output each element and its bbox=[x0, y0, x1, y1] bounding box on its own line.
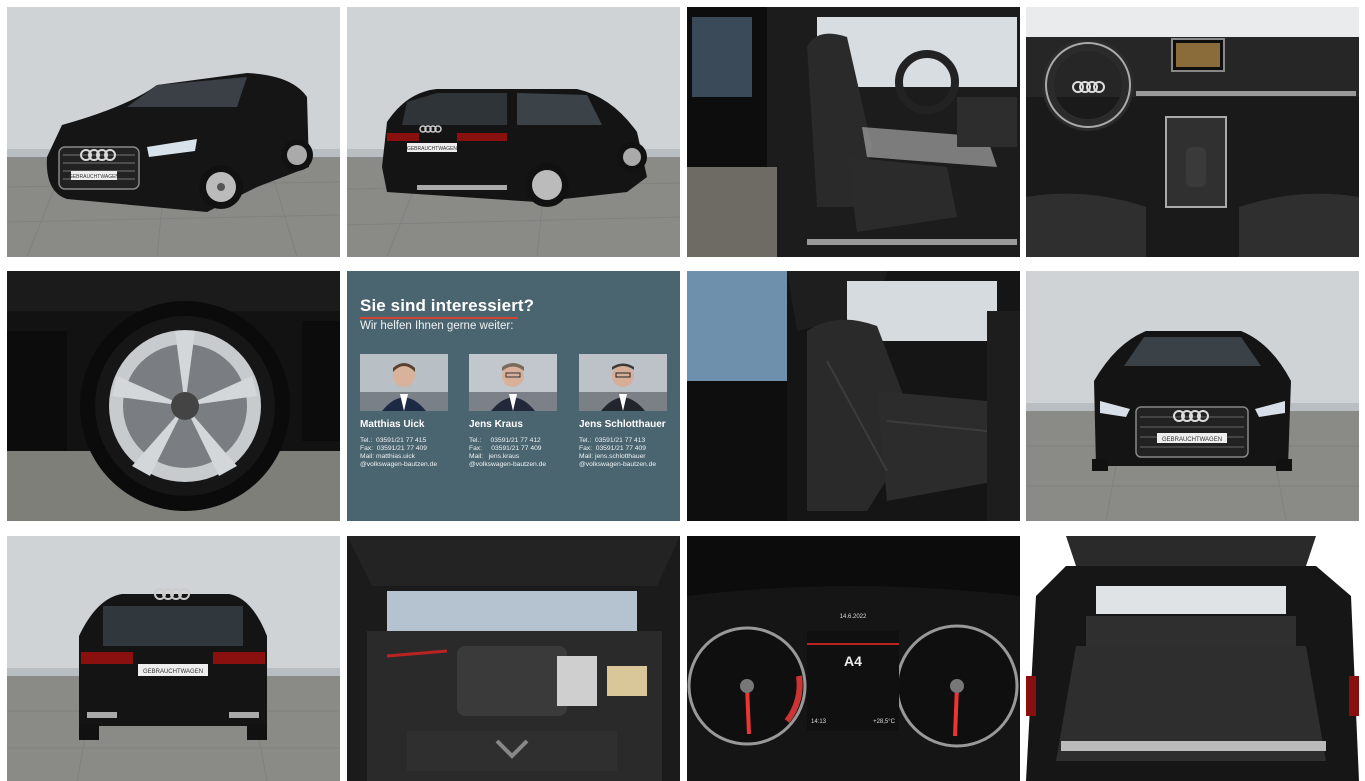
photo-rear-three-quarter[interactable]: GEBRAUCHTWAGEN bbox=[347, 7, 680, 257]
photo-wheel[interactable] bbox=[7, 271, 340, 521]
person-name: Jens Kraus bbox=[469, 419, 523, 430]
contact-person: Jens Schlotthauer Tel.: 03591/21 77 413 … bbox=[579, 354, 680, 469]
photo-front[interactable]: GEBRAUCHTWAGEN bbox=[1026, 271, 1359, 521]
photo-rear[interactable]: GEBRAUCHTWAGEN bbox=[7, 536, 340, 781]
svg-text:GEBRAUCHTWAGEN: GEBRAUCHTWAGEN bbox=[69, 174, 119, 180]
car-rear-image: GEBRAUCHTWAGEN bbox=[7, 536, 340, 781]
trunk-image bbox=[1026, 536, 1359, 781]
contact-person: Jens Kraus Tel.: 03591/21 77 412 Fax: 03… bbox=[469, 354, 574, 469]
instrument-cluster-image: 14.6.2022 A4 14:13 +28,5°C bbox=[687, 536, 1020, 781]
photo-dashboard[interactable] bbox=[1026, 7, 1359, 257]
photo-instrument-cluster[interactable]: 14.6.2022 A4 14:13 +28,5°C bbox=[687, 536, 1020, 781]
photo-front-three-quarter[interactable]: GEBRAUCHTWAGEN bbox=[7, 7, 340, 257]
svg-text:+28,5°C: +28,5°C bbox=[873, 719, 896, 725]
svg-text:GEBRAUCHTWAGEN: GEBRAUCHTWAGEN bbox=[143, 669, 203, 675]
contact-person: Matthias Uick Tel.: 03591/21 77 415 Fax:… bbox=[360, 354, 465, 469]
svg-text:14.6.2022: 14.6.2022 bbox=[840, 614, 867, 620]
car-rear-three-quarter-image: GEBRAUCHTWAGEN bbox=[347, 7, 680, 257]
person-photo bbox=[469, 354, 557, 411]
contact-subtitle: Wir helfen Ihnen gerne weiter: bbox=[360, 320, 514, 332]
person-photo bbox=[579, 354, 667, 411]
person-name: Jens Schlotthauer bbox=[579, 419, 666, 430]
dashboard-image bbox=[1026, 7, 1359, 257]
person-contact-info: Tel.: 03591/21 77 413 Fax: 03591/21 77 4… bbox=[579, 437, 657, 469]
person-contact-info: Tel.: 03591/21 77 415 Fax: 03591/21 77 4… bbox=[360, 437, 438, 469]
wheel-image bbox=[7, 271, 340, 521]
title-underline bbox=[360, 317, 518, 319]
engine-bay-image bbox=[347, 536, 680, 781]
svg-text:A4: A4 bbox=[844, 653, 862, 669]
svg-text:GEBRAUCHTWAGEN: GEBRAUCHTWAGEN bbox=[407, 146, 457, 152]
photo-trunk[interactable] bbox=[1026, 536, 1359, 781]
person-name: Matthias Uick bbox=[360, 419, 425, 430]
svg-text:GEBRAUCHTWAGEN: GEBRAUCHTWAGEN bbox=[1162, 437, 1222, 443]
photo-front-seats[interactable] bbox=[687, 7, 1020, 257]
rear-seats-image bbox=[687, 271, 1020, 521]
photo-rear-seats[interactable] bbox=[687, 271, 1020, 521]
car-front-image: GEBRAUCHTWAGEN bbox=[1026, 271, 1359, 521]
front-seats-image bbox=[687, 7, 1020, 257]
photo-engine-bay[interactable] bbox=[347, 536, 680, 781]
person-contact-info: Tel.: 03591/21 77 412 Fax: 03591/21 77 4… bbox=[469, 437, 547, 469]
car-front-three-quarter-image: GEBRAUCHTWAGEN bbox=[7, 7, 340, 257]
person-photo bbox=[360, 354, 448, 411]
contact-card: Sie sind interessiert? Wir helfen Ihnen … bbox=[347, 271, 680, 521]
svg-text:14:13: 14:13 bbox=[811, 719, 827, 725]
contact-title: Sie sind interessiert? bbox=[360, 296, 535, 315]
